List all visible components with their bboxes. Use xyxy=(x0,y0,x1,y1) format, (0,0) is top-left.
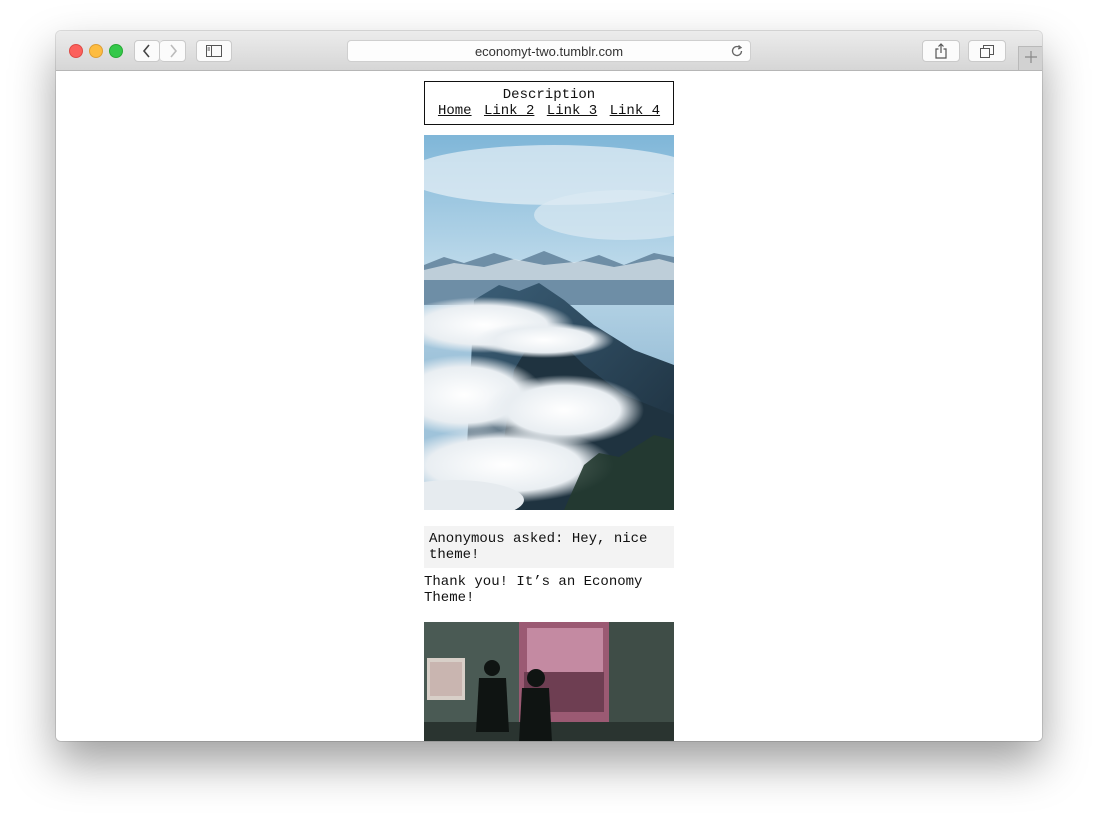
nav-link-4[interactable]: Link 4 xyxy=(610,103,660,119)
sidebar-icon xyxy=(206,45,222,57)
browser-toolbar: economyt-two.tumblr.com xyxy=(56,31,1042,71)
tabs-icon xyxy=(980,44,994,58)
ask-answer: Thank you! It’s an Economy Theme! xyxy=(424,574,643,606)
plus-icon xyxy=(1024,50,1037,68)
forward-button[interactable] xyxy=(160,40,186,62)
chevron-left-icon xyxy=(142,44,152,58)
sidebar-button[interactable] xyxy=(196,40,232,62)
blog-column: Description Home Link 2 Link 3 Link 4 An… xyxy=(424,81,674,741)
page-content: Description Home Link 2 Link 3 Link 4 An… xyxy=(56,71,1042,741)
browser-window: economyt-two.tumblr.com Description Home… xyxy=(56,31,1042,741)
new-tab-button[interactable] xyxy=(1018,46,1042,70)
blog-description: Description xyxy=(502,87,596,103)
blog-header: Description Home Link 2 Link 3 Link 4 xyxy=(424,81,674,125)
url-text: economyt-two.tumblr.com xyxy=(474,43,624,59)
nav-link-3[interactable]: Link 3 xyxy=(547,103,597,119)
share-icon xyxy=(935,43,947,59)
reload-icon[interactable] xyxy=(730,44,744,61)
nav-link-home[interactable]: Home xyxy=(438,103,472,119)
mountain-photo[interactable] xyxy=(424,135,674,510)
share-button[interactable] xyxy=(922,40,960,62)
address-bar[interactable]: economyt-two.tumblr.com xyxy=(347,40,751,62)
minimize-window-button[interactable] xyxy=(89,44,103,58)
gallery-photo[interactable] xyxy=(424,622,674,741)
ask-question: Anonymous asked: Hey, nice theme! xyxy=(424,526,674,568)
tabs-button[interactable] xyxy=(968,40,1006,62)
zoom-window-button[interactable] xyxy=(109,44,123,58)
close-window-button[interactable] xyxy=(69,44,83,58)
chevron-right-icon xyxy=(168,44,178,58)
back-button[interactable] xyxy=(134,40,160,62)
nav-link-2[interactable]: Link 2 xyxy=(484,103,534,119)
blog-nav: Home Link 2 Link 3 Link 4 xyxy=(425,103,673,119)
